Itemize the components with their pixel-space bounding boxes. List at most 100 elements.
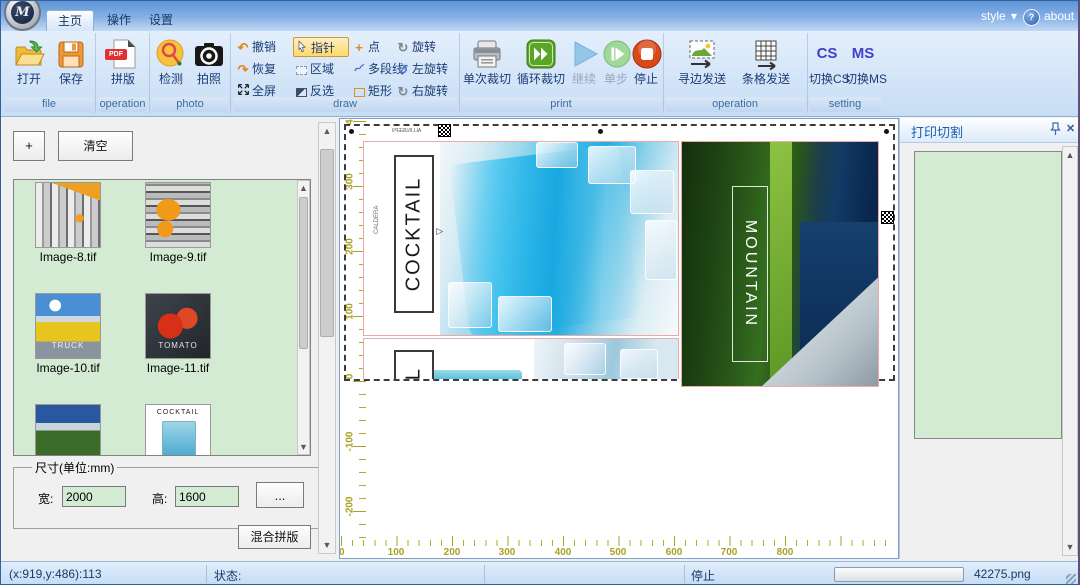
cursor-coordinates: (x:919,y:486):113 xyxy=(9,567,102,581)
width-input[interactable] xyxy=(62,486,126,507)
mountain-title-box: MOUNTAIN xyxy=(732,186,768,362)
scroll-up-icon[interactable]: ▲ xyxy=(298,183,309,193)
tab-home[interactable]: 主页 xyxy=(46,10,94,31)
height-input[interactable] xyxy=(175,486,239,507)
h-ruler-zero: 0 xyxy=(339,547,345,558)
placed-image-mountain[interactable]: MOUNTAIN xyxy=(681,141,879,387)
thumbnail-image-11[interactable]: TOMATO xyxy=(145,293,211,359)
cut-job-list[interactable] xyxy=(914,151,1062,439)
scrollbar-thumb[interactable] xyxy=(299,197,308,349)
statusbar: (x:919,y:486):113 状态: 停止 42275.png xyxy=(1,561,1078,585)
mixed-impose-button[interactable]: 混合拼版 xyxy=(238,525,311,549)
print-cut-panel: 打印切割 ✕ ▲ ▼ xyxy=(899,118,1079,559)
app-menu-button[interactable]: M xyxy=(4,0,41,31)
region-tool-button[interactable]: 区域 xyxy=(293,59,349,79)
rotate-button[interactable]: ↻旋转 xyxy=(395,37,457,57)
application-window: M 主页 操作 设置 style ▾ ? about 打开 保存 file xyxy=(0,0,1080,585)
save-button[interactable]: 保存 xyxy=(51,37,91,86)
thumbnail-image-10[interactable]: TRUCK xyxy=(35,293,101,359)
tab-operation[interactable]: 操作 xyxy=(96,10,142,30)
rotate-left-button[interactable]: ↺左旋转 xyxy=(395,59,457,79)
layout-canvas[interactable]: 400 300 200 100 0 -100 -200 0 100 200 30… xyxy=(339,118,899,559)
close-icon[interactable]: ✕ xyxy=(1066,122,1075,135)
scroll-down-icon[interactable]: ▼ xyxy=(319,540,335,550)
group-label-photo: photo xyxy=(152,97,228,112)
pdf-badge: PDF xyxy=(105,49,127,60)
resize-grip[interactable] xyxy=(1066,574,1076,584)
scroll-down-icon[interactable]: ▼ xyxy=(298,442,309,452)
statusbar-divider xyxy=(206,565,207,583)
qr-mark xyxy=(438,124,451,137)
stop-icon xyxy=(631,37,663,71)
style-dropdown[interactable]: style xyxy=(981,7,1006,25)
loop-cut-icon xyxy=(525,37,557,71)
registration-mark xyxy=(349,129,354,134)
placed-image-cocktail-copy[interactable]: IL xyxy=(363,338,679,379)
print-mark-text: ALLINJEEP9 xyxy=(392,128,421,134)
help-icon[interactable]: ? xyxy=(1023,9,1040,26)
chevron-down-icon[interactable]: ▾ xyxy=(1011,7,1017,25)
open-button[interactable]: 打开 xyxy=(9,37,49,86)
ribbon-group-setting: CS 切换CS MS 切换MS setting xyxy=(807,33,883,113)
statusbar-divider xyxy=(684,565,685,583)
h-ruler-major-ticks xyxy=(341,536,893,546)
sidebar-scrollbar[interactable]: ▲ ▼ xyxy=(318,122,336,554)
group-label-file: file xyxy=(5,97,93,112)
h-ruler-label: 600 xyxy=(666,547,683,558)
cocktail-title-box: COCKTAIL xyxy=(394,155,434,313)
redo-button[interactable]: ↷恢复 xyxy=(235,59,291,79)
loop-cut-button[interactable]: 循环裁切 xyxy=(515,37,567,86)
step-button[interactable]: 单步 xyxy=(601,37,631,86)
pointer-tool-button[interactable]: 指针 xyxy=(293,37,349,57)
titlebar: M 主页 操作 设置 style ▾ ? about xyxy=(1,1,1078,31)
pin-icon[interactable] xyxy=(1050,122,1061,141)
statusbar-divider xyxy=(484,565,485,583)
tab-settings[interactable]: 设置 xyxy=(138,10,184,30)
scroll-up-icon[interactable]: ▲ xyxy=(319,126,335,136)
thumbnail-list-scrollbar[interactable]: ▲ ▼ xyxy=(297,180,310,455)
run-state-label: 停止 xyxy=(691,567,715,584)
thumbnail-label: Image-10.tif xyxy=(20,361,116,375)
grid-send-button[interactable]: 条格发送 xyxy=(735,37,797,86)
thumbnail-image-12[interactable] xyxy=(35,404,101,456)
size-legend: 尺寸(单位:mm) xyxy=(32,459,117,476)
browse-size-button[interactable]: ... xyxy=(256,482,304,508)
edge-send-button[interactable]: 寻边发送 xyxy=(671,37,733,86)
width-label: 宽: xyxy=(38,490,53,507)
qr-mark xyxy=(881,211,894,224)
size-fieldset: 尺寸(单位:mm) 宽: 高: ... xyxy=(13,459,335,529)
undo-button[interactable]: ↶撤销 xyxy=(235,37,291,57)
capture-button[interactable]: 拍照 xyxy=(190,37,228,86)
thumbnail-image-8[interactable] xyxy=(35,182,101,248)
ribbon-group-operation: PDF 拼版 operation xyxy=(96,33,150,113)
thumbnail-label: Image-9.tif xyxy=(130,250,226,264)
pointer-cursor-icon xyxy=(294,39,310,59)
switch-ms-button[interactable]: MS 切换MS xyxy=(845,37,881,86)
stop-button[interactable]: 停止 xyxy=(631,37,661,86)
glass-rim-shape xyxy=(426,370,522,379)
group-label-send: operation xyxy=(665,97,805,112)
ribbon-group-file: 打开 保存 file xyxy=(3,33,96,113)
thumbnail-image-9[interactable] xyxy=(145,182,211,248)
single-cut-button[interactable]: 单次裁切 xyxy=(461,37,513,86)
add-image-button[interactable]: + xyxy=(13,131,45,161)
panel-scrollbar[interactable]: ▲ ▼ xyxy=(1062,146,1078,556)
thumbnail-label: Image-11.tif xyxy=(130,361,226,375)
redo-icon: ↷ xyxy=(235,60,251,80)
scrollbar-thumb[interactable] xyxy=(320,149,334,337)
scroll-up-icon[interactable]: ▲ xyxy=(1063,150,1077,160)
rotate-icon: ↻ xyxy=(395,38,411,58)
switch-cs-button[interactable]: CS 切换CS xyxy=(809,37,845,86)
about-button[interactable]: about xyxy=(1044,7,1074,25)
clear-list-button[interactable]: 清空 xyxy=(58,131,133,161)
detect-button[interactable]: 检测 xyxy=(152,37,190,86)
scroll-down-icon[interactable]: ▼ xyxy=(1063,542,1077,552)
impose-button[interactable]: PDF 拼版 xyxy=(103,37,143,86)
ribbon-group-send: 寻边发送 条格发送 operation xyxy=(663,33,808,113)
panel-title: 打印切割 xyxy=(911,122,963,141)
cocktail-photo xyxy=(440,142,678,335)
resume-button[interactable]: 继续 xyxy=(569,37,599,86)
point-crosshair-icon: + xyxy=(351,38,367,58)
thumbnail-image-13[interactable]: COCKTAIL xyxy=(145,404,211,456)
placed-image-cocktail[interactable]: COCKTAIL CALDERA ▽ xyxy=(363,141,679,336)
